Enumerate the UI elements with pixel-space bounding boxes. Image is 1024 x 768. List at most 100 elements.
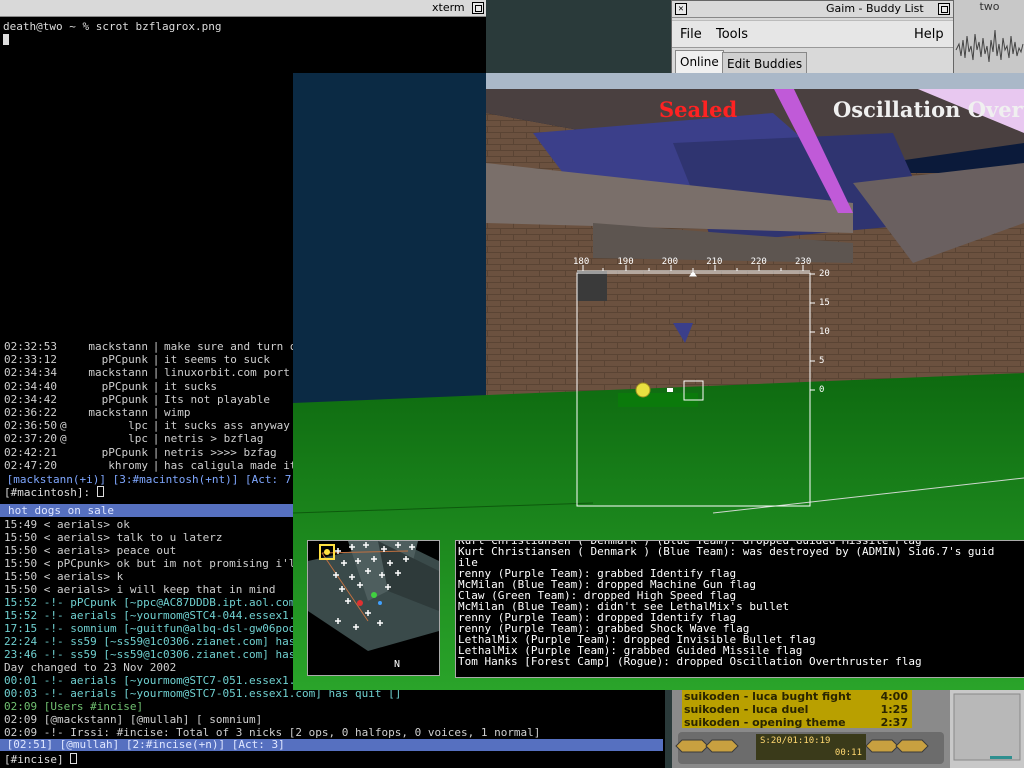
- irc-nick: mackstann: [88, 340, 148, 353]
- irc-message-row: 02:34:42 pPCpunk | Its not playable: [4, 393, 270, 406]
- gaim-menubar: File Tools Help: [672, 20, 954, 48]
- irc-nick: mackstann: [88, 406, 148, 419]
- irc-nick: pPCpunk: [101, 353, 148, 367]
- menu-tools[interactable]: Tools: [716, 27, 748, 42]
- irc-message-row: 15:50 < aerials> peace out: [4, 544, 177, 557]
- irc-time: 02:47:20: [4, 458, 57, 472]
- heading-tick-label: 220: [750, 257, 767, 267]
- network-graph: [953, 693, 1021, 761]
- irc-separator: |: [152, 419, 160, 433]
- irc-input-line[interactable]: [#macintosh]:: [4, 486, 104, 499]
- radar-panel[interactable]: N: [307, 540, 440, 676]
- text-cursor: [3, 34, 9, 48]
- close-icon[interactable]: ✕: [675, 3, 687, 15]
- irc-nick: khromy: [108, 458, 148, 472]
- irc-separator: |: [152, 392, 160, 406]
- xmms-player-window[interactable]: suikoden - luca bught fight 4:00 suikoden …: [672, 690, 950, 768]
- irc-prompt-bottom: [#incise]: [4, 753, 71, 766]
- irc-topic-bar: hot dogs on sale: [0, 504, 301, 517]
- game-message: Kurt Christiansen ( Denmark ) (Blue Team…: [458, 545, 995, 558]
- irc-message-row: 02:36:50 @ lpc | it sucks ass anyway: [4, 419, 290, 432]
- gaim-titlebar[interactable]: ✕ Gaim - Buddy List: [672, 1, 954, 18]
- irc-message-row: 15:50 < aerials> k: [4, 570, 124, 583]
- irc-message-text: has caligula made it b: [164, 458, 293, 472]
- lcd-time: S:20/01:10:19: [760, 736, 831, 746]
- irc-message-row: 22:24 -!- ss59 [~ss59@1c0306.zianet.com]…: [4, 635, 322, 648]
- irc-separator: |: [152, 445, 160, 459]
- irc-status-bar: [mackstann(+i)] [3:#macintosh(+nt)] [Act…: [0, 473, 293, 486]
- irc-macintosh-window[interactable]: 02:32:53 mackstann | make sure and turn on 0…: [0, 336, 293, 500]
- forward-button: [865, 739, 899, 753]
- rewind-button: [705, 739, 739, 753]
- load-graph: [955, 29, 1024, 63]
- load-monitor-widget: two: [953, 0, 1024, 74]
- lcd-counter: 00:11: [834, 748, 862, 758]
- radar-map: [308, 541, 439, 651]
- irc-message-row: 02:42:21 pPCpunk | netris >>>> bzfag: [4, 446, 277, 459]
- irc-message-row: 02:32:53 mackstann | make sure and turn on: [4, 340, 293, 353]
- irc-message-text: make sure and turn on: [164, 340, 293, 353]
- irc-nick: mackstann: [88, 366, 148, 380]
- irc-time: 02:34:42: [4, 392, 57, 406]
- irc-status-bar-bottom: [02:51] [@mullah] [2:#incise(+n)] [Act: …: [0, 739, 663, 751]
- menu-file[interactable]: File: [680, 27, 702, 42]
- irc-message-row: 15:52 -!- aerials [~yourmom@STC4-044.ess…: [4, 609, 322, 622]
- altitude-tick-label: 0: [819, 385, 825, 395]
- irc-nick: lpc: [128, 419, 148, 433]
- irc-message-row: Day changed to 23 Nov 2002: [4, 661, 177, 674]
- irc-message-row: 17:15 -!- somnium [~guitfun@albq-dsl-gw0…: [4, 622, 316, 635]
- irc-separator: |: [152, 353, 160, 367]
- irc-nick: pPCpunk: [101, 392, 148, 406]
- prev-button: [675, 739, 709, 753]
- irc-nick: pPCpunk: [101, 379, 148, 393]
- irc-message-text: netris > bzflag: [164, 432, 264, 446]
- irc-nick: pPCpunk: [101, 445, 148, 459]
- heading-tick-label: 230: [795, 257, 812, 267]
- irc-message-row: 02:47:20 khromy | has caligula made it b: [4, 459, 293, 472]
- irc-time: 02:34:40: [4, 379, 57, 393]
- heading-tick-label: 200: [661, 257, 679, 267]
- game-message-panel: Kurt Christiansen ( Denmark ) (Blue Team…: [455, 540, 1024, 678]
- menu-help[interactable]: Help: [914, 27, 944, 42]
- irc-op: @: [60, 419, 67, 433]
- gaim-buddy-list-window[interactable]: ✕ Gaim - Buddy List File Tools Help Onli…: [671, 0, 955, 80]
- irc-time: 02:42:21: [4, 445, 57, 459]
- irc-separator: |: [152, 432, 160, 446]
- shell-prompt-line: death@two ~ % scrot bzflagrox.png: [3, 20, 222, 33]
- irc-message-text: it sucks: [164, 379, 217, 393]
- xterm-titlebar[interactable]: xterm: [0, 0, 486, 17]
- irc-time: 02:34:34: [4, 366, 57, 380]
- irc-message-text: Its not playable: [164, 392, 270, 406]
- maximize-icon[interactable]: [938, 3, 950, 15]
- game-titlebar[interactable]: [486, 73, 1024, 89]
- irc-separator: |: [152, 340, 160, 353]
- irc-separator: |: [152, 406, 160, 419]
- irc-message-text: it seems to suck: [164, 353, 270, 367]
- irc-message-row: 00:01 -!- aerials [~yourmom@STC7-051.ess…: [4, 674, 322, 687]
- irc-message-row: 15:52 -!- pPCpunk [~ppc@AC87DDDB.ipt.aol…: [4, 596, 322, 609]
- altitude-tick-label: 15: [819, 298, 830, 308]
- bzflag-game-window[interactable]: Sealed Oscillation Overth 18019020021022…: [293, 73, 1024, 690]
- irc-message-text: it sucks ass anyway: [164, 419, 290, 433]
- game-message: Tom Hanks [Forest Camp] (Rogue): dropped…: [458, 655, 922, 668]
- irc-message-text: linuxorbit.com port 51: [164, 366, 290, 380]
- irc-nick: lpc: [128, 432, 148, 446]
- altitude-tick-label: 10: [819, 327, 830, 337]
- irc-message-row: 02:37:20 @ lpc | netris > bzflag: [4, 432, 263, 445]
- maximize-icon[interactable]: [472, 2, 484, 14]
- irc-input-line-bottom[interactable]: [#incise]: [4, 753, 78, 766]
- altitude-tick-label: 5: [819, 356, 825, 366]
- irc-time: 02:37:20: [4, 432, 57, 446]
- tab-online[interactable]: Online: [675, 50, 724, 75]
- irc-message-text: wimp: [164, 406, 191, 419]
- irc-time: 02:36:22: [4, 406, 57, 419]
- network-monitor-widget: eth0: [950, 690, 1024, 768]
- irc-time: 02:32:53: [4, 340, 57, 353]
- irc-message-row: 23:46 -!- ss59 [~ss59@1c0306.zianet.com]…: [4, 648, 322, 661]
- irc-separator: |: [152, 379, 160, 393]
- xmms-lcd-display: S:20/01:10:19 00:11: [756, 734, 866, 760]
- compass-label: N: [394, 659, 401, 670]
- irc-message-row: 15:50 < pPCpunk> ok but im not promising…: [4, 557, 322, 570]
- irc-message-row: 02:34:34 mackstann | linuxorbit.com port 51: [4, 366, 293, 379]
- flag-marker-icon: [635, 382, 651, 398]
